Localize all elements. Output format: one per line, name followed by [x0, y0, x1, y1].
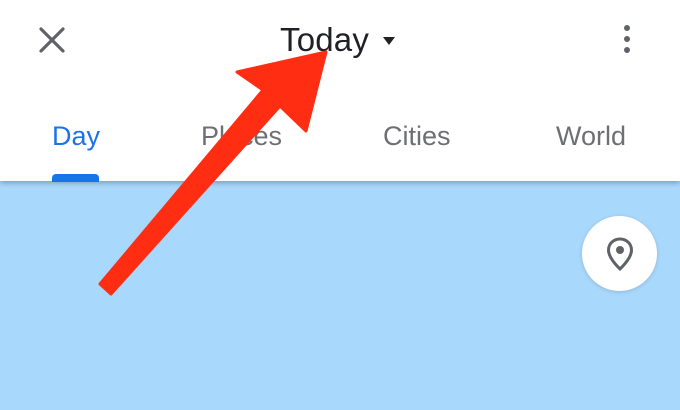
tab-day[interactable]: Day	[52, 112, 100, 160]
top-app-bar: Today Day Places Cities World	[0, 0, 680, 182]
close-button[interactable]	[30, 18, 74, 62]
dropdown-caret-icon	[383, 37, 396, 45]
more-options-button[interactable]	[606, 16, 648, 62]
location-button[interactable]	[582, 216, 657, 291]
map-pin-icon	[606, 236, 633, 271]
page-title: Today	[280, 21, 370, 58]
tab-cities[interactable]: Cities	[383, 112, 451, 160]
more-vertical-icon	[624, 25, 630, 31]
tab-places[interactable]: Places	[201, 112, 282, 160]
close-icon	[39, 27, 65, 53]
tab-world[interactable]: World	[556, 112, 626, 160]
active-tab-indicator	[52, 174, 99, 182]
map-view[interactable]	[0, 181, 680, 410]
date-selector[interactable]: Today	[280, 12, 396, 68]
